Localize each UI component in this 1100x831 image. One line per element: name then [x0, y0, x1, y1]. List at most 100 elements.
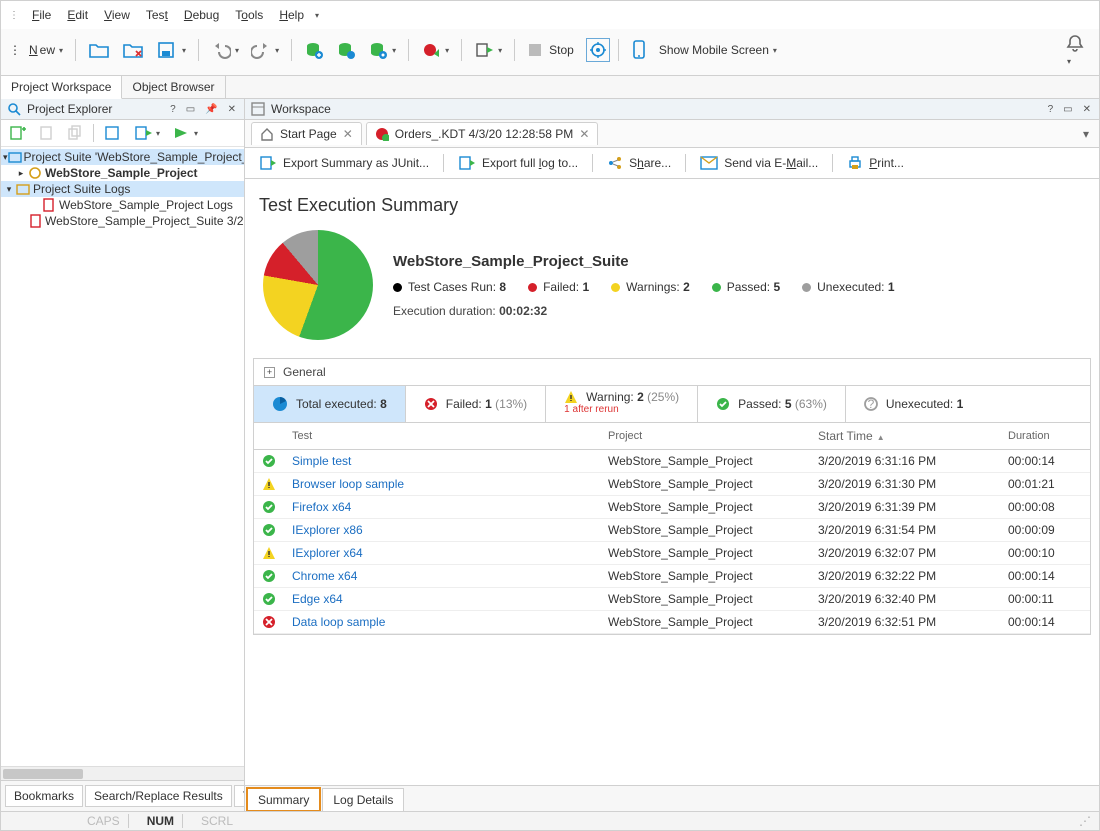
tab-object-browser[interactable]: Object Browser — [122, 76, 225, 98]
logs-icon — [15, 182, 31, 196]
col-start[interactable]: Start Time▲ — [810, 423, 1000, 449]
table-row[interactable]: Simple testWebStore_Sample_Project3/20/2… — [254, 450, 1090, 473]
run-from-button[interactable]: ▾ — [130, 123, 164, 143]
tab-overflow-icon[interactable]: ▾ — [1079, 123, 1093, 145]
window-pos-icon[interactable]: ▭ — [1061, 104, 1074, 115]
db-world-button[interactable] — [332, 39, 360, 61]
mobile-icon[interactable] — [627, 38, 651, 62]
test-link[interactable]: Firefox x64 — [284, 496, 600, 518]
redo-button[interactable]: ▾ — [247, 39, 283, 61]
table-row[interactable]: Data loop sampleWebStore_Sample_Project3… — [254, 611, 1090, 634]
table-row[interactable]: IExplorer x64WebStore_Sample_Project3/20… — [254, 542, 1090, 565]
db-gear-button[interactable]: ▾ — [364, 39, 400, 61]
add-file-button[interactable] — [35, 123, 59, 143]
tab-truncated[interactable]: T — [234, 785, 244, 807]
status-caps: CAPS — [79, 814, 129, 828]
duration-row: Execution duration: 00:02:32 — [393, 304, 895, 318]
menu-test[interactable]: Test — [139, 5, 175, 25]
tree-logs-row[interactable]: ▾ Project Suite Logs — [1, 181, 244, 197]
email-button[interactable]: Send via E-Mail...Send via E-Mail... — [694, 153, 824, 173]
test-link[interactable]: Edge x64 — [284, 588, 600, 610]
menu-overflow-icon[interactable]: ▾ — [315, 11, 319, 20]
tab-search-replace[interactable]: Search/Replace Results — [85, 785, 232, 807]
close-tab-icon[interactable]: ✕ — [343, 127, 353, 141]
close-icon[interactable]: ✕ — [226, 104, 238, 115]
resize-grip-icon[interactable]: ⋰ — [1079, 814, 1091, 828]
add-item-button[interactable] — [5, 123, 31, 143]
table-row[interactable]: Firefox x64WebStore_Sample_Project3/20/2… — [254, 496, 1090, 519]
export-junit-button[interactable]: Export Summary as JUnit... — [253, 152, 435, 174]
project-tree[interactable]: ▾ Project Suite 'WebStore_Sample_Project… — [1, 147, 244, 766]
general-section[interactable]: + General — [253, 358, 1091, 385]
new-button[interactable]: NNewew ▾ — [25, 41, 67, 59]
horizontal-scrollbar[interactable] — [1, 766, 244, 780]
menu-help[interactable]: Help — [272, 5, 311, 25]
share-button[interactable]: Share...Share... — [601, 152, 677, 174]
undo-button[interactable]: ▾ — [207, 39, 243, 61]
menu-file[interactable]: FFileile — [25, 5, 58, 25]
expand-icon[interactable]: + — [264, 367, 275, 378]
tab-bookmarks[interactable]: Bookmarks — [5, 785, 83, 807]
col-project[interactable]: Project — [600, 424, 810, 448]
show-mobile-button[interactable]: Show Mobile Screen ▾ — [655, 41, 781, 59]
stat-tab-total[interactable]: Total executed: 8 — [254, 386, 406, 422]
tab-project-workspace[interactable]: Project Workspace — [1, 76, 122, 99]
tab-start-page-label: Start Page — [280, 127, 337, 141]
window-pos-icon[interactable]: ▭ — [184, 104, 197, 115]
export-log-button[interactable]: Export full log to...Export full log to.… — [452, 152, 584, 174]
save-all-button[interactable] — [100, 123, 126, 143]
collapse-icon[interactable]: ▾ — [3, 184, 15, 195]
col-duration[interactable]: Duration — [1000, 424, 1090, 448]
test-link[interactable]: Browser loop sample — [284, 473, 600, 495]
test-link[interactable]: IExplorer x64 — [284, 542, 600, 564]
help-icon[interactable]: ? — [168, 104, 178, 115]
project-cell: WebStore_Sample_Project — [600, 473, 810, 495]
menu-view[interactable]: View — [97, 5, 137, 25]
copy-button[interactable] — [63, 123, 87, 143]
stat-tab-passed[interactable]: Passed: 5 (63%) — [698, 386, 846, 422]
menu-tools[interactable]: Tools — [228, 5, 270, 25]
pin-icon[interactable]: 📌 — [203, 104, 219, 115]
table-row[interactable]: IExplorer x86WebStore_Sample_Project3/20… — [254, 519, 1090, 542]
table-row[interactable]: Chrome x64WebStore_Sample_Project3/20/20… — [254, 565, 1090, 588]
table-row[interactable]: Browser loop sampleWebStore_Sample_Proje… — [254, 473, 1090, 496]
close-icon[interactable]: ✕ — [1081, 104, 1093, 115]
test-link[interactable]: Data loop sample — [284, 611, 600, 633]
save-button[interactable]: ▾ — [152, 39, 190, 61]
tab-start-page[interactable]: Start Page ✕ — [251, 122, 362, 145]
test-link[interactable]: IExplorer x86 — [284, 519, 600, 541]
tab-log-details[interactable]: Log Details — [322, 788, 404, 811]
stat-tab-warning[interactable]: Warning: 2 (25%) 1 after rerun — [546, 386, 698, 422]
target-button[interactable] — [586, 38, 610, 62]
tab-summary[interactable]: Summary — [247, 788, 320, 811]
piechart-icon — [272, 396, 288, 412]
col-test[interactable]: Test — [284, 424, 600, 448]
general-label: General — [283, 365, 326, 379]
stat-tab-failed[interactable]: Failed: 1 (13%) — [406, 386, 546, 422]
menu-debug[interactable]: Debug — [177, 5, 226, 25]
open-folder-button[interactable] — [84, 39, 114, 61]
grid-header[interactable]: Test Project Start Time▲ Duration — [254, 423, 1090, 450]
tree-log-a-row[interactable]: WebStore_Sample_Project Logs — [1, 197, 244, 213]
db-add-button[interactable] — [300, 39, 328, 61]
notifications-button[interactable]: ▾ — [1059, 31, 1091, 69]
table-row[interactable]: Edge x64WebStore_Sample_Project3/20/2019… — [254, 588, 1090, 611]
test-link[interactable]: Chrome x64 — [284, 565, 600, 587]
stat-tab-unexecuted[interactable]: ? Unexecuted: 1 — [846, 386, 981, 422]
test-link[interactable]: Simple test — [284, 450, 600, 472]
stop-button[interactable]: Stop — [523, 40, 582, 60]
run-project-button[interactable]: ▾ — [168, 123, 202, 143]
expand-icon[interactable]: ▸ — [15, 168, 27, 179]
menu-edit[interactable]: Edit — [60, 5, 95, 25]
run-button[interactable]: ▾ — [470, 39, 506, 61]
close-folder-button[interactable] — [118, 39, 148, 61]
tab-orders[interactable]: Orders_.KDT 4/3/20 12:28:58 PM ✕ — [366, 122, 599, 145]
record-button[interactable]: ▾ — [417, 39, 453, 61]
tree-suite-row[interactable]: ▾ Project Suite 'WebStore_Sample_Project… — [1, 149, 244, 165]
tree-log-b-row[interactable]: WebStore_Sample_Project_Suite 3/20/2019 — [1, 213, 244, 229]
tree-project-row[interactable]: ▸ WebStore_Sample_Project — [1, 165, 244, 181]
close-tab-icon[interactable]: ✕ — [579, 127, 589, 141]
print-button[interactable]: Print...Print... — [841, 152, 910, 174]
help-icon[interactable]: ? — [1046, 104, 1056, 115]
status-icon — [254, 588, 284, 610]
